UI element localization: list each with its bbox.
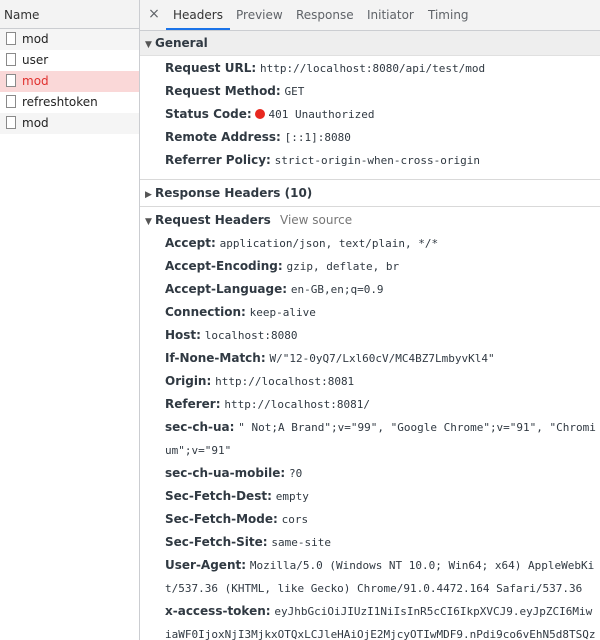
header-value: 401 Unauthorized xyxy=(268,108,375,121)
header-row: Sec-Fetch-Site: same-site xyxy=(140,531,600,554)
request-name: user xyxy=(22,53,49,67)
tab-timing[interactable]: Timing xyxy=(421,0,476,30)
header-row: x-access-token: eyJhbGciOiJIUzI1NiIsInR5… xyxy=(140,600,600,640)
name-column-header[interactable]: Name xyxy=(0,0,139,29)
header-value: keep-alive xyxy=(249,306,316,319)
document-icon xyxy=(6,53,16,66)
header-name: Sec-Fetch-Mode: xyxy=(165,512,278,526)
document-icon xyxy=(6,32,16,45)
expand-triangle-icon: ▼ xyxy=(145,40,152,50)
request-list: mod user mod refreshtoken mod xyxy=(0,29,139,134)
request-row[interactable]: mod xyxy=(0,71,139,92)
header-name: sec-ch-ua-mobile: xyxy=(165,466,286,480)
header-name: sec-ch-ua: xyxy=(165,420,235,434)
header-value: cors xyxy=(281,513,309,526)
header-row: Request Method: GET xyxy=(140,80,600,103)
header-name: Referer: xyxy=(165,397,221,411)
header-value: http://localhost:8081 xyxy=(215,375,355,388)
request-headers-title: Request Headers xyxy=(155,213,271,227)
header-row: Referrer Policy: strict-origin-when-cros… xyxy=(140,149,600,172)
header-name: Request Method: xyxy=(165,84,281,98)
header-name: Host: xyxy=(165,328,201,342)
general-section: Request URL: http://localhost:8080/api/t… xyxy=(140,56,600,172)
header-row: Accept: application/json, text/plain, */… xyxy=(140,232,600,255)
collapse-triangle-icon: ▶ xyxy=(145,190,152,200)
header-row: sec-ch-ua: " Not;A Brand";v="99", "Googl… xyxy=(140,416,600,462)
header-row: If-None-Match: W/"12-0yQ7/Lxl60cV/MC4BZ7… xyxy=(140,347,600,370)
tab-initiator[interactable]: Initiator xyxy=(360,0,421,30)
header-name: Connection: xyxy=(165,305,246,319)
section-divider xyxy=(140,206,600,207)
details-tab-bar: × Headers Preview Response Initiator Tim… xyxy=(140,0,600,31)
document-icon xyxy=(6,116,16,129)
header-value: http://localhost:8081/ xyxy=(224,398,371,411)
header-row: Connection: keep-alive xyxy=(140,301,600,324)
request-name: mod xyxy=(22,32,49,46)
header-row: Status Code: 401 Unauthorized xyxy=(140,103,600,126)
header-value: application/json, text/plain, */* xyxy=(219,237,439,250)
tab-headers[interactable]: Headers xyxy=(166,0,230,30)
header-value: gzip, deflate, br xyxy=(286,260,400,273)
header-name: Request URL: xyxy=(165,61,257,75)
request-row[interactable]: mod xyxy=(0,113,139,134)
header-value: [::1]:8080 xyxy=(284,131,351,144)
header-name: Status Code: xyxy=(165,107,252,121)
request-row[interactable]: mod xyxy=(0,29,139,50)
request-details-panel: × Headers Preview Response Initiator Tim… xyxy=(140,0,600,640)
document-icon xyxy=(6,95,16,108)
header-name: Referrer Policy: xyxy=(165,153,271,167)
header-row: Sec-Fetch-Dest: empty xyxy=(140,485,600,508)
header-row: User-Agent: Mozilla/5.0 (Windows NT 10.0… xyxy=(140,554,600,600)
header-value: W/"12-0yQ7/Lxl60cV/MC4BZ7LmbyvKl4" xyxy=(269,352,495,365)
header-name: Accept-Language: xyxy=(165,282,288,296)
tab-response[interactable]: Response xyxy=(289,0,361,30)
header-name: Accept: xyxy=(165,236,216,250)
header-name: Remote Address: xyxy=(165,130,281,144)
tab-preview[interactable]: Preview xyxy=(229,0,290,30)
header-name: User-Agent: xyxy=(165,558,247,572)
header-name: x-access-token: xyxy=(165,604,271,618)
header-name: Sec-Fetch-Dest: xyxy=(165,489,272,503)
header-row: Remote Address: [::1]:8080 xyxy=(140,126,600,149)
general-section-title: General xyxy=(155,36,208,50)
header-value: same-site xyxy=(271,536,331,549)
request-name: refreshtoken xyxy=(22,95,98,109)
view-source-link[interactable]: View source xyxy=(280,208,352,232)
section-divider xyxy=(140,179,600,180)
general-section-header[interactable]: ▼ General xyxy=(140,31,600,56)
header-row: Accept-Encoding: gzip, deflate, br xyxy=(140,255,600,278)
header-value: localhost:8080 xyxy=(204,329,298,342)
response-headers-section-header[interactable]: ▶ Response Headers (10) xyxy=(140,181,600,205)
response-headers-title: Response Headers (10) xyxy=(155,186,313,200)
header-row: Request URL: http://localhost:8080/api/t… xyxy=(140,57,600,80)
document-icon xyxy=(6,74,16,87)
request-name: mod xyxy=(22,116,49,130)
header-row: Referer: http://localhost:8081/ xyxy=(140,393,600,416)
close-icon[interactable]: × xyxy=(148,6,160,22)
header-value: en-GB,en;q=0.9 xyxy=(290,283,384,296)
request-list-panel: Name mod user mod refreshtoken mod xyxy=(0,0,140,640)
header-name: If-None-Match: xyxy=(165,351,266,365)
header-name: Sec-Fetch-Site: xyxy=(165,535,268,549)
header-row: Accept-Language: en-GB,en;q=0.9 xyxy=(140,278,600,301)
header-value: http://localhost:8080/api/test/mod xyxy=(259,62,486,75)
request-headers-section: Accept: application/json, text/plain, */… xyxy=(140,232,600,640)
header-row: Origin: http://localhost:8081 xyxy=(140,370,600,393)
status-error-dot-icon xyxy=(255,109,266,119)
header-value: ?0 xyxy=(288,467,303,480)
request-row[interactable]: refreshtoken xyxy=(0,92,139,113)
header-name: Origin: xyxy=(165,374,212,388)
header-value: empty xyxy=(275,490,309,503)
request-row[interactable]: user xyxy=(0,50,139,71)
header-row: Host: localhost:8080 xyxy=(140,324,600,347)
header-value: GET xyxy=(284,85,305,98)
header-name: Accept-Encoding: xyxy=(165,259,283,273)
request-headers-section-header[interactable]: ▼ Request Headers View source xyxy=(140,208,600,232)
expand-triangle-icon: ▼ xyxy=(145,217,152,227)
request-name: mod xyxy=(22,74,49,88)
header-row: sec-ch-ua-mobile: ?0 xyxy=(140,462,600,485)
header-row: Sec-Fetch-Mode: cors xyxy=(140,508,600,531)
header-value: strict-origin-when-cross-origin xyxy=(274,154,480,167)
